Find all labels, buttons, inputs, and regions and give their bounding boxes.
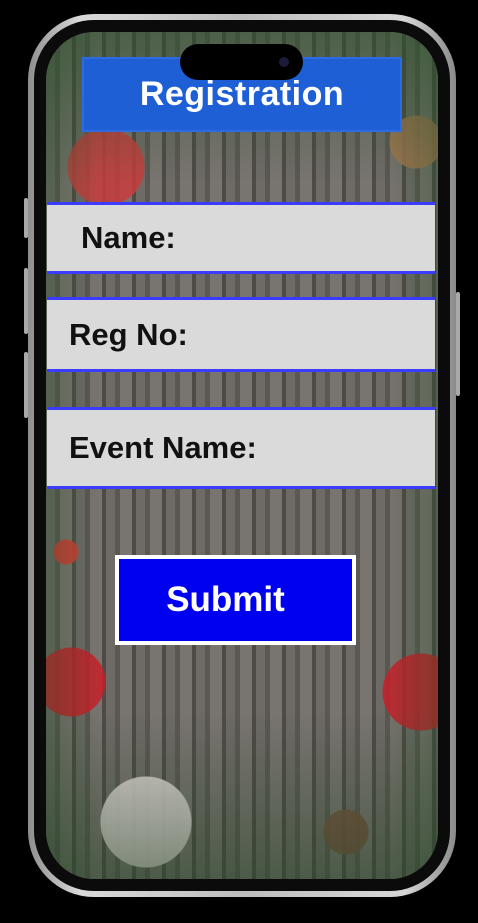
submit-button-label: Submit bbox=[166, 580, 285, 619]
side-button-left-1 bbox=[24, 198, 28, 238]
name-field[interactable]: Name: bbox=[47, 202, 435, 274]
reg-no-field[interactable]: Reg No: bbox=[47, 297, 435, 372]
reg-no-field-label: Reg No: bbox=[69, 316, 188, 352]
side-button-left-3 bbox=[24, 352, 28, 418]
side-button-left-2 bbox=[24, 268, 28, 334]
name-field-label: Name: bbox=[81, 220, 176, 255]
event-name-field-label: Event Name: bbox=[69, 430, 257, 465]
event-name-field[interactable]: Event Name: bbox=[47, 407, 435, 489]
dynamic-island bbox=[180, 44, 303, 80]
submit-button[interactable]: Submit bbox=[115, 555, 356, 645]
side-button-right bbox=[456, 292, 460, 396]
page-title: Registration bbox=[139, 75, 345, 113]
camera-icon bbox=[279, 57, 289, 67]
